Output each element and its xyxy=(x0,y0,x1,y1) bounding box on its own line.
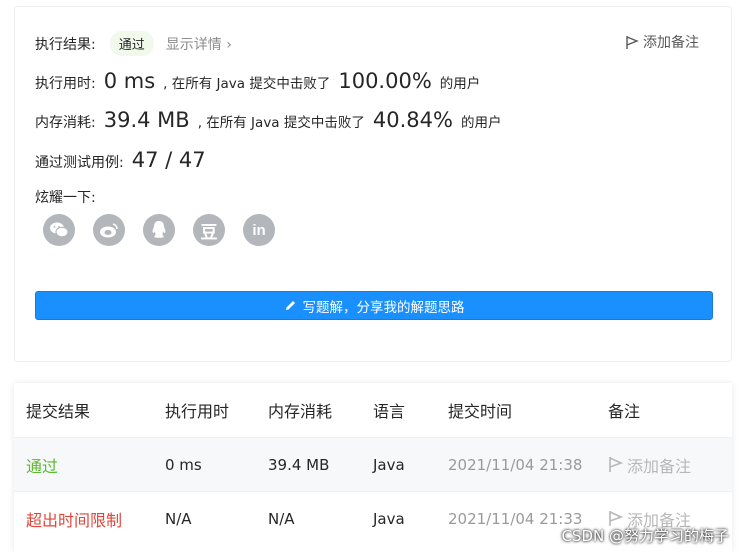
add-note-button[interactable]: 添加备注 xyxy=(625,32,699,52)
result-link[interactable]: 通过 xyxy=(26,438,58,491)
share-douban-button[interactable]: 豆 xyxy=(193,214,225,246)
submission-summary-card: 执行结果: 通过 显示详情 › 添加备注 执行用时: 0 ms , 在所有 Ja… xyxy=(14,6,732,362)
share-wechat-button[interactable] xyxy=(43,214,75,246)
weibo-icon xyxy=(100,223,118,238)
share-qq-button[interactable] xyxy=(143,214,175,246)
share-linkedin-button[interactable]: in xyxy=(243,214,275,246)
flag-icon xyxy=(609,457,623,472)
table-row[interactable]: 通过 0 ms 39.4 MB Java 2021/11/04 21:38 添加… xyxy=(14,437,732,491)
douban-icon: 豆 xyxy=(200,222,218,243)
watermark: CSDN @努力学习的梅子 xyxy=(561,527,729,545)
result-label: 执行结果: xyxy=(35,37,96,53)
tests-value: 47 / 47 xyxy=(131,148,206,172)
memory-cell: N/A xyxy=(268,509,295,528)
add-note-button[interactable]: 添加备注 xyxy=(608,438,691,491)
write-solution-label: 写题解，分享我的解题思路 xyxy=(302,299,465,316)
header-submit-time: 提交时间 xyxy=(448,402,513,421)
header-language: 语言 xyxy=(373,402,406,421)
qq-icon xyxy=(152,221,166,238)
share-label: 炫耀一下: xyxy=(35,190,96,206)
memory-row: 内存消耗: 39.4 MB , 在所有 Java 提交中击败了 40.84% 的… xyxy=(35,108,501,132)
memory-cell: 39.4 MB xyxy=(268,455,330,474)
header-memory: 内存消耗 xyxy=(268,402,333,421)
add-note-label: 添加备注 xyxy=(627,456,692,476)
beat-suffix: 的用户 xyxy=(460,115,502,131)
memory-value: 39.4 MB xyxy=(103,108,190,132)
submit-time-cell: 2021/11/04 21:38 xyxy=(448,455,583,474)
header-result: 提交结果 xyxy=(26,402,91,421)
result-badge: 通过 xyxy=(109,31,154,56)
language-cell: Java xyxy=(373,455,405,474)
share-weibo-button[interactable] xyxy=(93,214,125,246)
runtime-cell: 0 ms xyxy=(165,455,202,474)
wechat-icon xyxy=(50,222,69,238)
share-buttons: 豆 in xyxy=(43,214,275,246)
runtime-row: 执行用时: 0 ms , 在所有 Java 提交中击败了 100.00% 的用户 xyxy=(35,69,480,93)
beat-prefix: , 在所有 Java 提交中击败了 xyxy=(163,76,331,92)
pencil-icon xyxy=(285,301,295,310)
flag-icon xyxy=(626,35,639,49)
tests-row: 通过测试用例: 47 / 47 xyxy=(35,148,214,172)
language-cell: Java xyxy=(373,509,405,528)
chevron-right-icon: › xyxy=(226,37,232,53)
share-row: 炫耀一下: xyxy=(35,187,96,207)
runtime-label: 执行用时: xyxy=(35,76,96,92)
runtime-value: 0 ms xyxy=(103,69,156,93)
show-details-link[interactable]: 显示详情 › xyxy=(166,34,232,54)
result-link[interactable]: 超出时间限制 xyxy=(26,492,122,545)
tests-label: 通过测试用例: xyxy=(35,155,124,171)
runtime-percent: 100.00% xyxy=(338,69,432,93)
result-row: 执行结果: 通过 显示详情 › xyxy=(35,31,232,56)
beat-prefix: , 在所有 Java 提交中击败了 xyxy=(197,115,365,131)
runtime-cell: N/A xyxy=(165,509,192,528)
header-runtime: 执行用时 xyxy=(165,402,230,421)
write-solution-button[interactable]: 写题解，分享我的解题思路 xyxy=(35,291,713,320)
beat-suffix: 的用户 xyxy=(439,76,481,92)
memory-label: 内存消耗: xyxy=(35,115,96,131)
header-note: 备注 xyxy=(608,402,641,421)
memory-percent: 40.84% xyxy=(372,108,453,132)
show-details-label: 显示详情 xyxy=(165,37,222,53)
linkedin-icon: in xyxy=(252,221,266,239)
add-note-label: 添加备注 xyxy=(643,35,699,51)
table-header: 提交结果 执行用时 内存消耗 语言 提交时间 备注 xyxy=(14,383,732,437)
